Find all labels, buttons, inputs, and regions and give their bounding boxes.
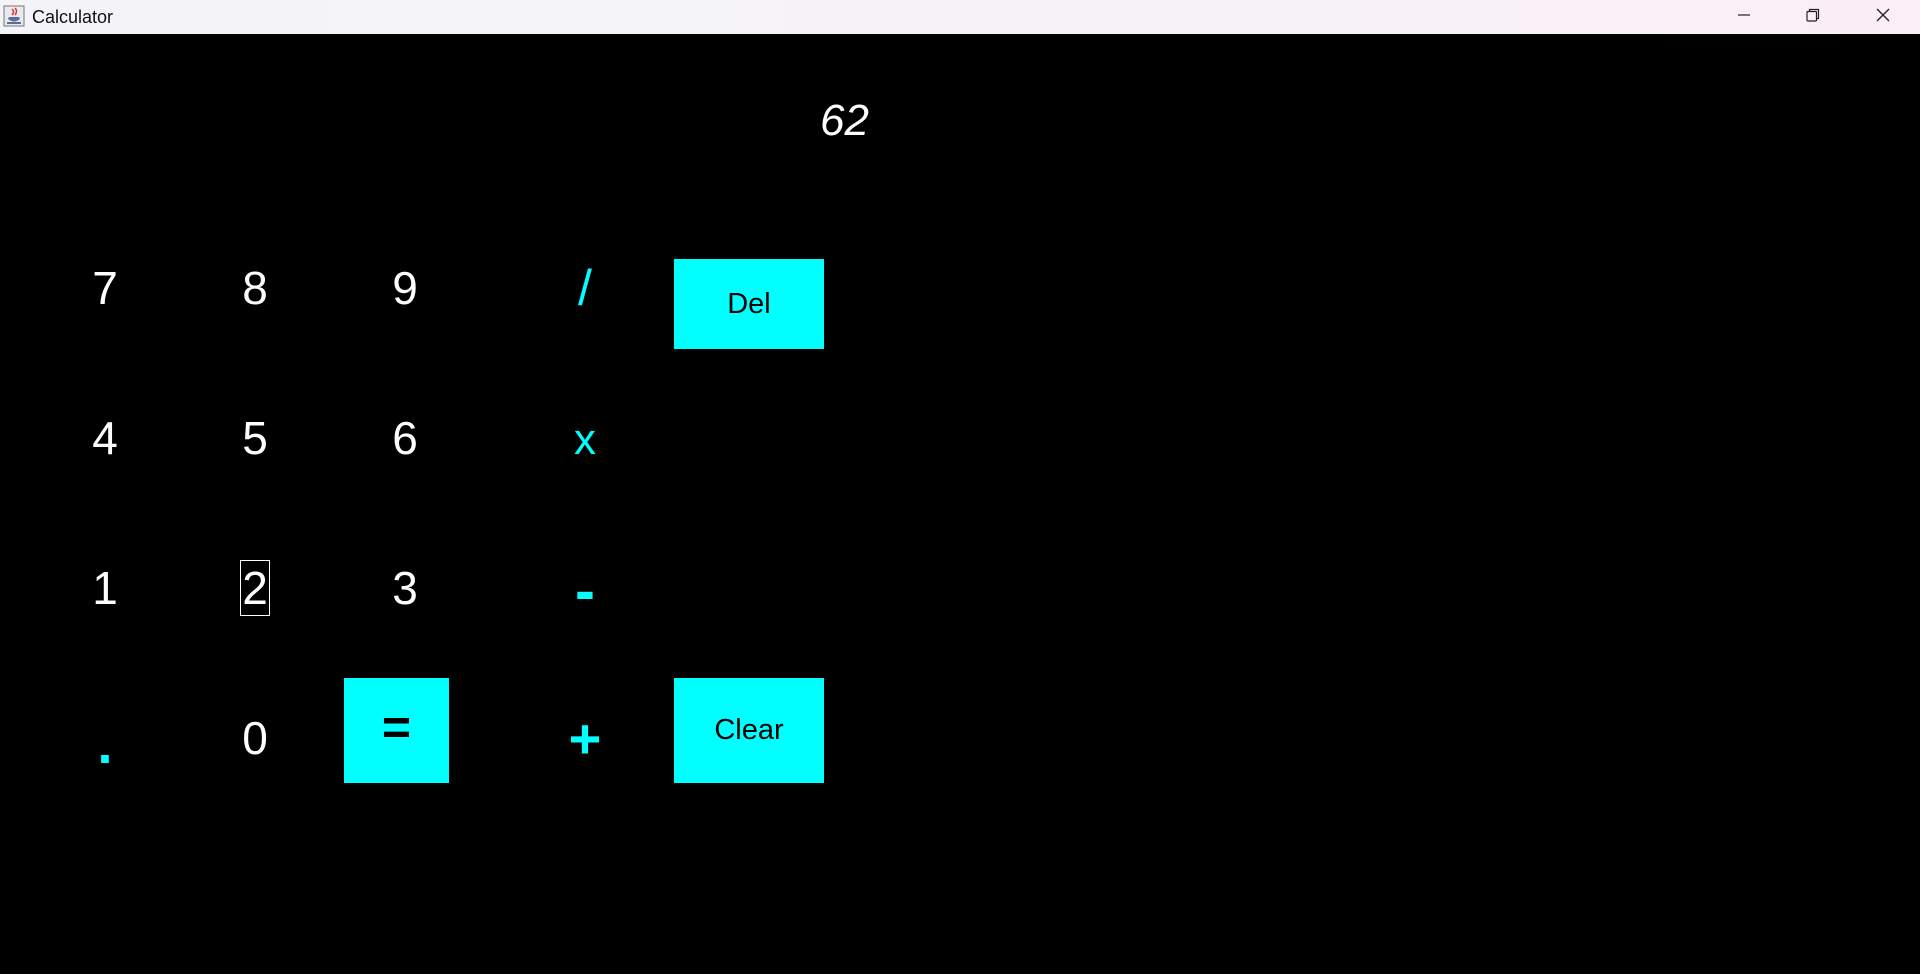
minimize-button[interactable] xyxy=(1709,0,1779,34)
subtract-button[interactable]: - xyxy=(510,540,660,640)
divide-button[interactable]: / xyxy=(510,238,660,338)
delete-button[interactable]: Del xyxy=(674,259,824,349)
add-button[interactable]: + xyxy=(510,688,660,788)
key-3[interactable]: 3 xyxy=(330,538,480,638)
window-title: Calculator xyxy=(32,7,114,27)
minimize-icon xyxy=(1736,7,1752,28)
calculator-window: Calculator 62 7 8 9 / Del 4 5 6 x 1 2 3 … xyxy=(0,0,1920,974)
decimal-button[interactable]: . xyxy=(30,695,180,795)
key-2[interactable]: 2 xyxy=(240,560,270,616)
close-icon xyxy=(1875,7,1891,28)
java-cup-icon xyxy=(3,5,25,27)
key-0[interactable]: 0 xyxy=(180,688,330,788)
key-6[interactable]: 6 xyxy=(330,388,480,488)
key-7[interactable]: 7 xyxy=(30,238,180,338)
key-4[interactable]: 4 xyxy=(30,388,180,488)
close-button[interactable] xyxy=(1848,0,1918,34)
key-5[interactable]: 5 xyxy=(180,388,330,488)
equals-button[interactable]: = xyxy=(344,678,449,783)
clear-button[interactable]: Clear xyxy=(674,678,824,783)
key-9[interactable]: 9 xyxy=(330,238,480,338)
key-1[interactable]: 1 xyxy=(30,538,180,638)
restore-icon xyxy=(1805,7,1821,28)
multiply-button[interactable]: x xyxy=(510,390,660,490)
title-bar[interactable]: Calculator xyxy=(0,0,1920,34)
restore-button[interactable] xyxy=(1778,0,1848,34)
key-8[interactable]: 8 xyxy=(180,238,330,338)
result-display: 62 xyxy=(820,96,869,145)
key-2-wrapper[interactable]: 2 xyxy=(180,538,330,638)
